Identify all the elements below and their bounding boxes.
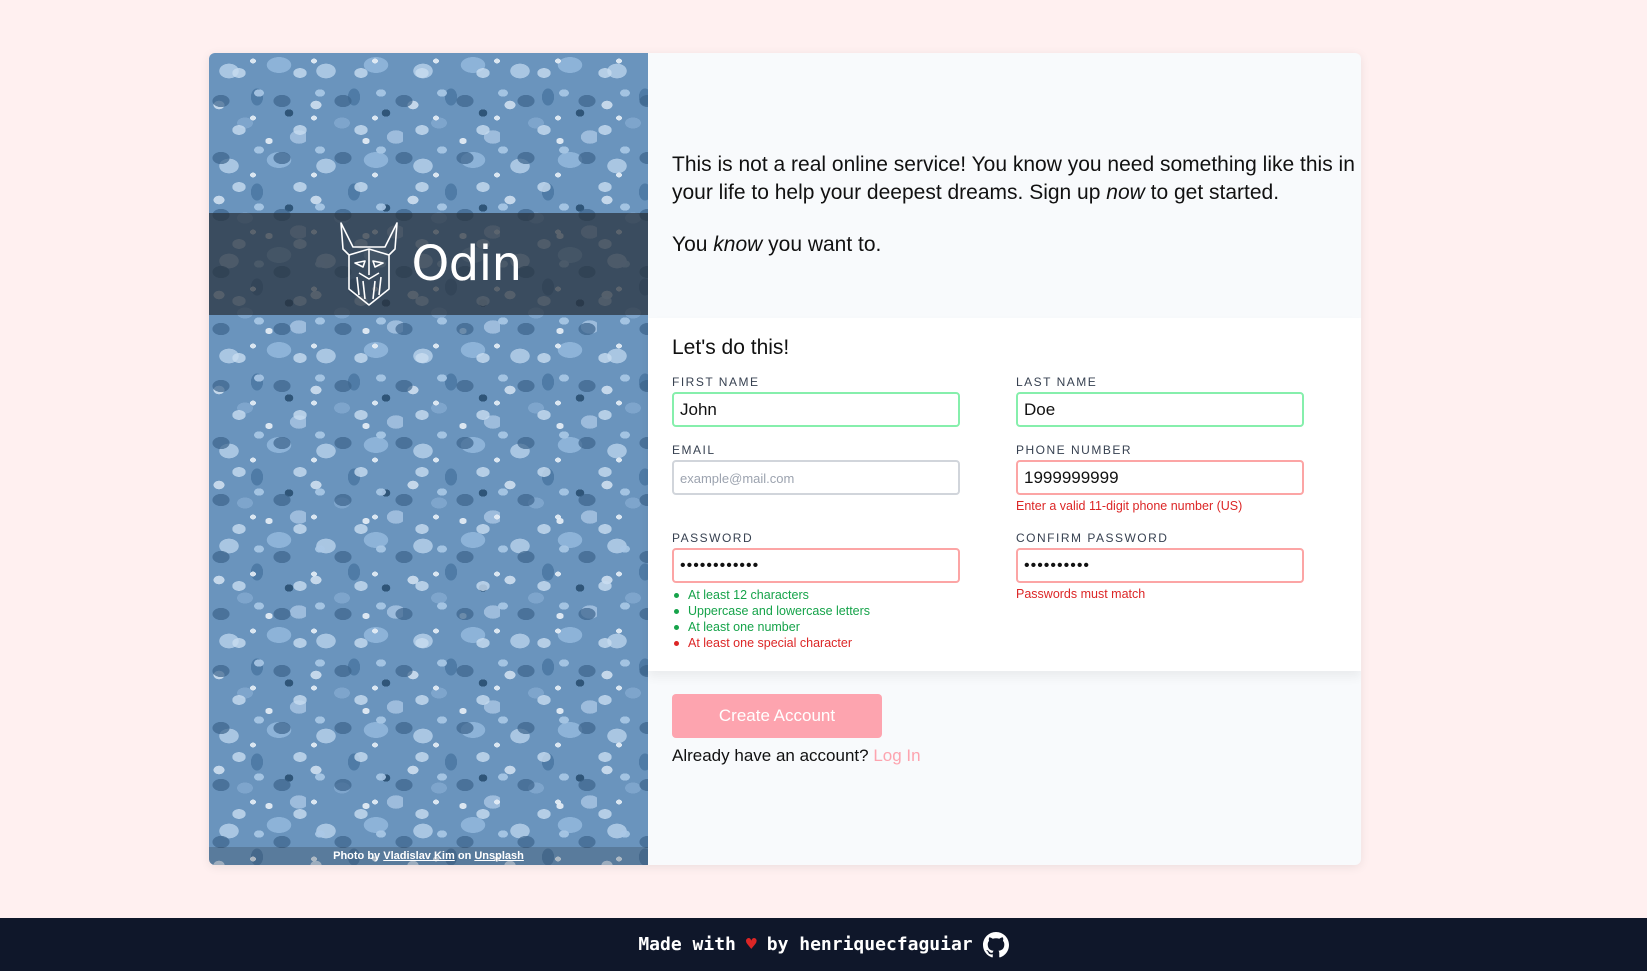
- footer-made-with: Made with: [638, 934, 736, 955]
- signup-form: Let's do this! FIRST NAME LAST NAME EMAI…: [648, 318, 1361, 671]
- login-prompt-text: Already have an account?: [672, 746, 869, 765]
- login-link[interactable]: Log In: [873, 746, 920, 765]
- password-rule: At least one number: [672, 619, 960, 635]
- last-name-label: LAST NAME: [1016, 375, 1098, 389]
- brand-banner: Odin: [209, 213, 648, 315]
- confirm-password-label: CONFIRM PASSWORD: [1016, 531, 1169, 545]
- main-content: This is not a real online service! You k…: [648, 53, 1361, 865]
- phone-input[interactable]: [1016, 460, 1304, 495]
- last-name-input[interactable]: [1016, 392, 1304, 427]
- password-rule: At least one special character: [672, 635, 960, 651]
- form-title: Let's do this!: [672, 336, 790, 359]
- credit-site-link[interactable]: Unsplash: [474, 850, 524, 862]
- confirm-password-error: Passwords must match: [1016, 587, 1146, 601]
- credit-author-link[interactable]: Vladislav Kim: [383, 850, 455, 862]
- confirm-password-field: CONFIRM PASSWORD Passwords must match: [1016, 531, 1304, 601]
- confirm-password-input[interactable]: [1016, 548, 1304, 583]
- login-prompt: Already have an account? Log In: [672, 746, 921, 766]
- first-name-input[interactable]: [672, 392, 960, 427]
- password-rule: At least 12 characters: [672, 587, 960, 603]
- signup-card: Odin Photo by Vladislav Kim on Unsplash …: [209, 53, 1361, 865]
- credit-mid: on: [457, 850, 472, 862]
- phone-field: PHONE NUMBER Enter a valid 11-digit phon…: [1016, 443, 1304, 513]
- password-input[interactable]: [672, 548, 960, 583]
- password-rules: At least 12 characters Uppercase and low…: [672, 587, 960, 651]
- intro-paragraph-1: This is not a real online service! You k…: [672, 153, 1355, 204]
- hero-image: Odin Photo by Vladislav Kim on Unsplash: [209, 53, 648, 865]
- first-name-label: FIRST NAME: [672, 375, 760, 389]
- github-icon[interactable]: [982, 931, 1009, 958]
- first-name-field: FIRST NAME: [672, 375, 960, 427]
- brand-name: Odin: [411, 236, 522, 292]
- footer: Made with ♥ by henriquecfaguiar: [0, 918, 1647, 971]
- intro-text: This is not a real online service! You k…: [672, 151, 1361, 283]
- photo-credit: Photo by Vladislav Kim on Unsplash: [209, 847, 648, 865]
- phone-label: PHONE NUMBER: [1016, 443, 1133, 457]
- email-label: EMAIL: [672, 443, 716, 457]
- password-field: PASSWORD At least 12 characters Uppercas…: [672, 531, 960, 651]
- password-rule: Uppercase and lowercase letters: [672, 603, 960, 619]
- footer-author: by henriquecfaguiar: [766, 934, 973, 955]
- phone-error: Enter a valid 11-digit phone number (US): [1016, 499, 1243, 513]
- email-field: EMAIL: [672, 443, 960, 495]
- odin-logo-icon: [335, 219, 403, 309]
- last-name-field: LAST NAME: [1016, 375, 1304, 427]
- intro-paragraph-2: You know you want to.: [672, 233, 882, 256]
- email-input[interactable]: [672, 460, 960, 495]
- password-label: PASSWORD: [672, 531, 754, 545]
- heart-icon: ♥: [745, 934, 757, 955]
- create-account-button[interactable]: Create Account: [672, 694, 882, 738]
- credit-prefix: Photo by: [333, 850, 381, 862]
